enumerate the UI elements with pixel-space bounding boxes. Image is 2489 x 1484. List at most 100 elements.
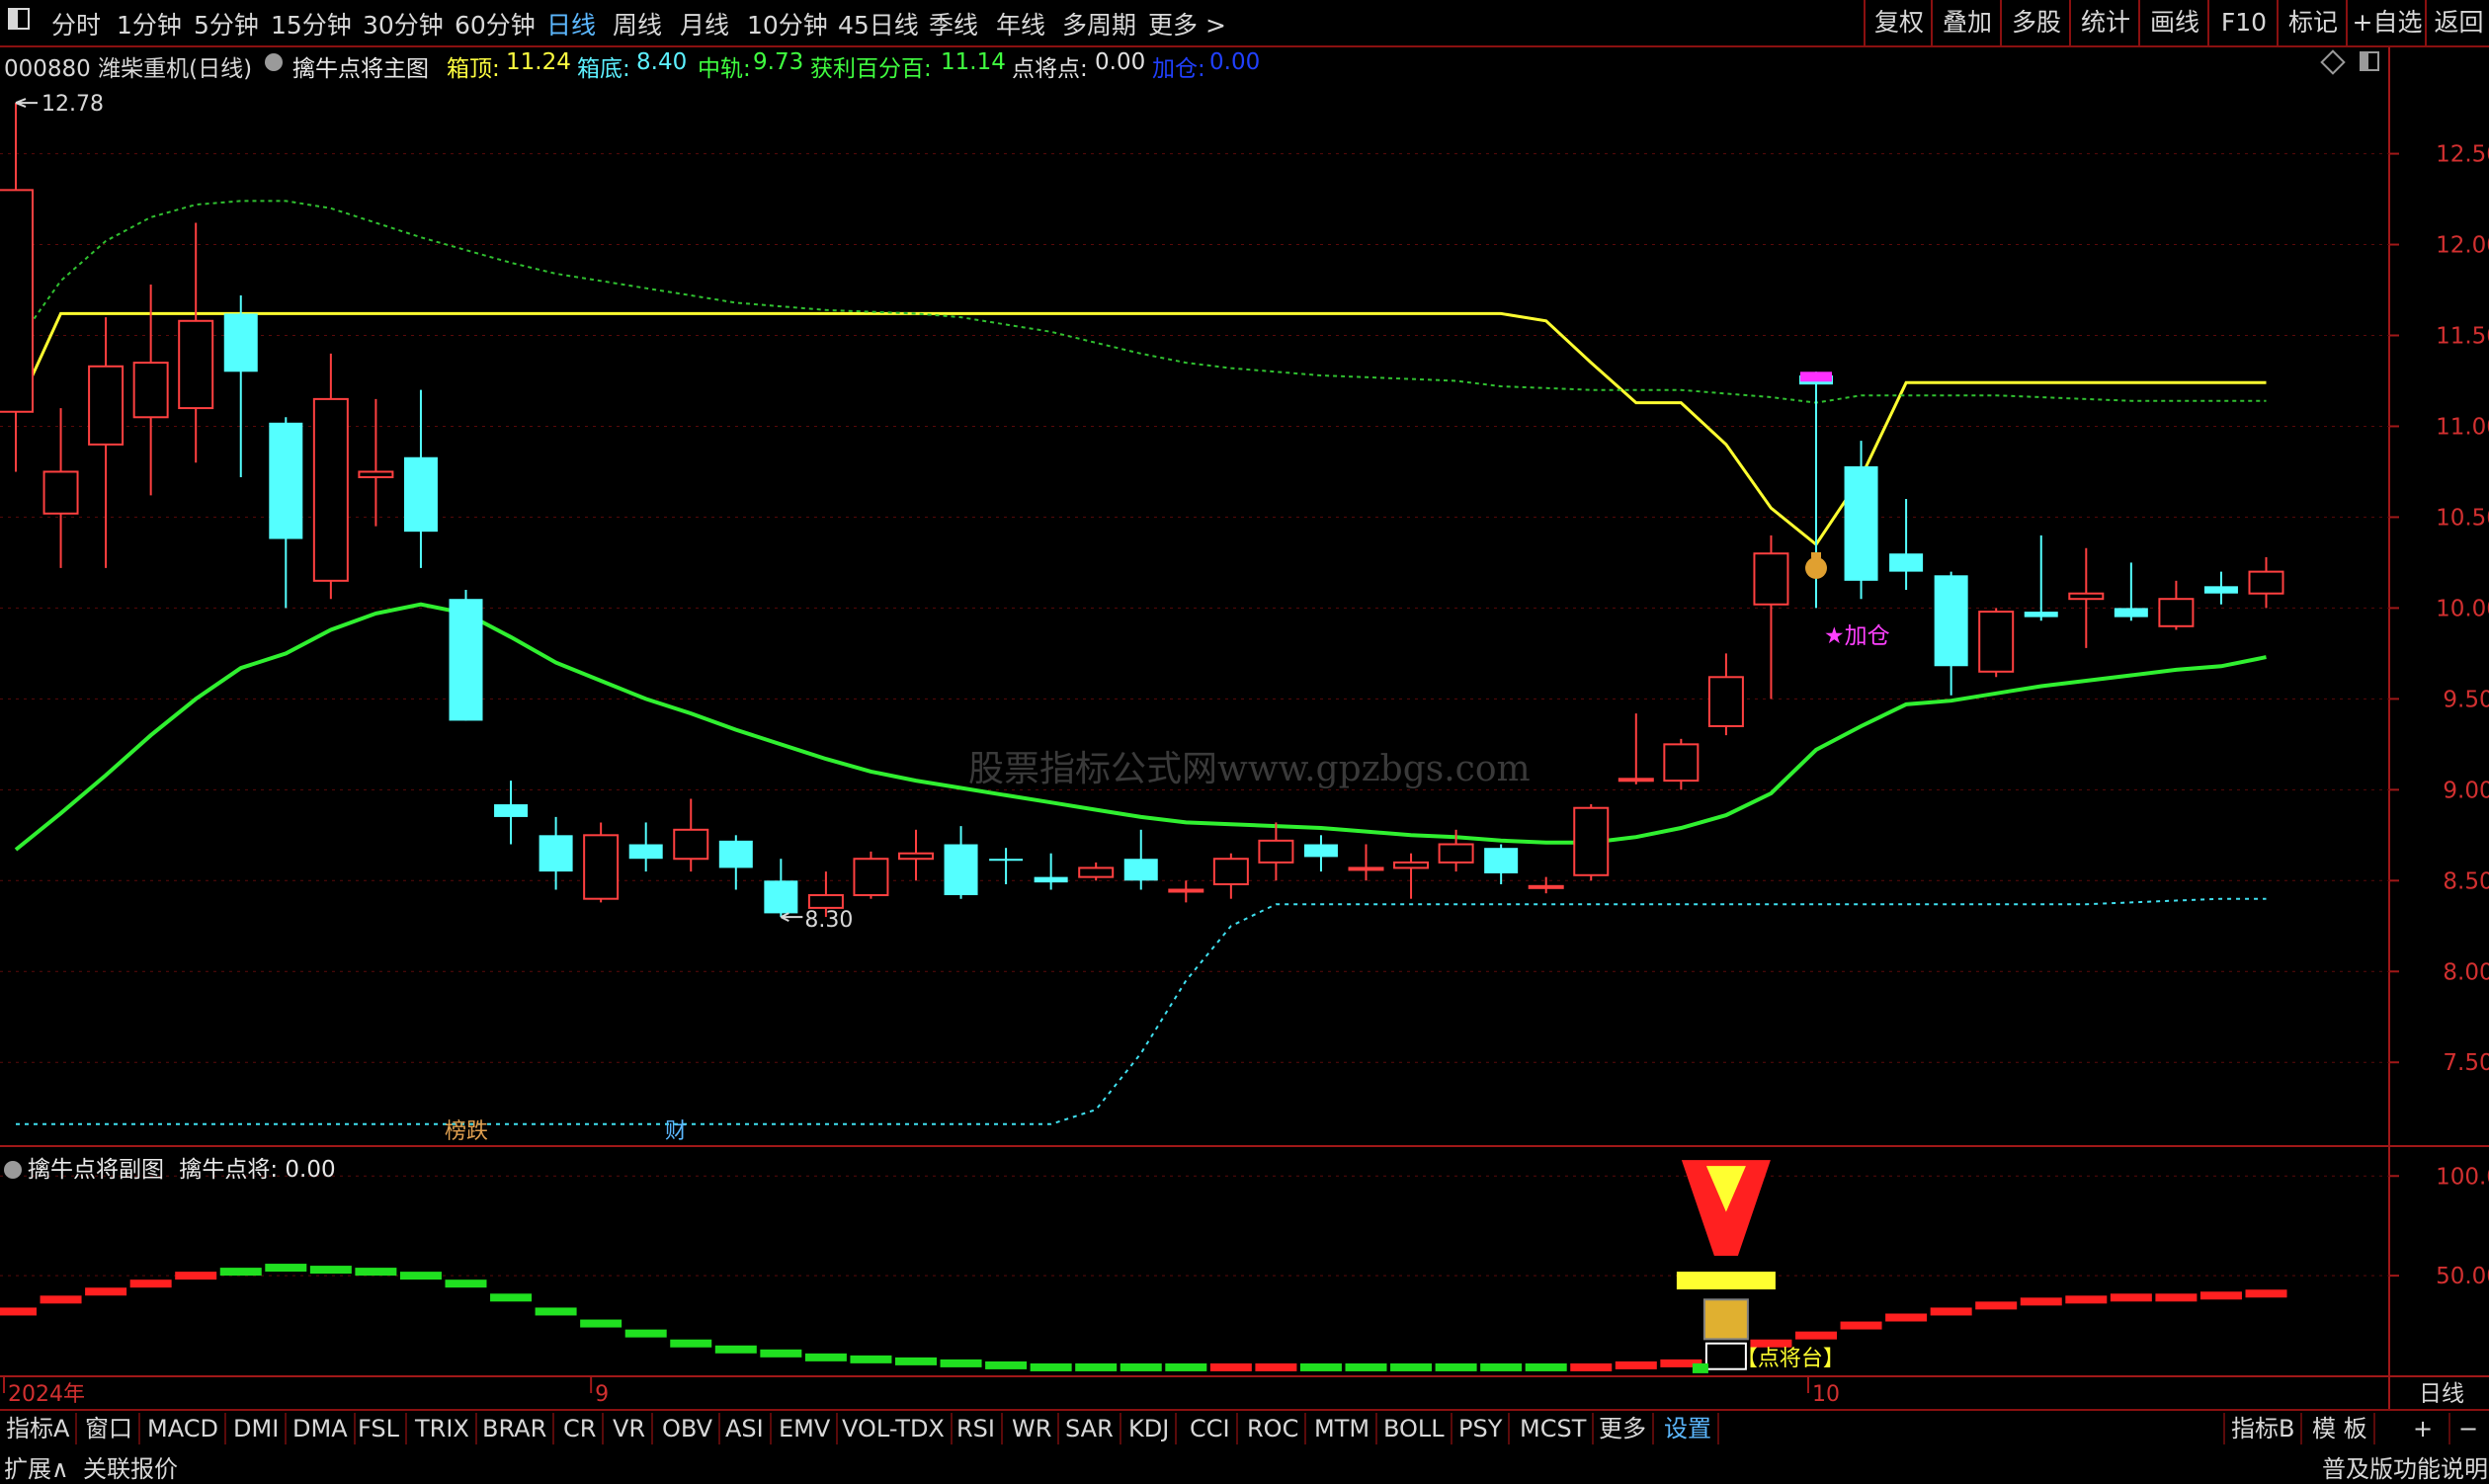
indicator-tab-bar: 指标A 窗口 MACD DMI DMA FSL TRIX BRAR CR VR … (0, 1409, 2489, 1448)
period-5min[interactable]: 5分钟 (194, 6, 259, 41)
period-monthly[interactable]: 月线 (680, 6, 729, 41)
stock-code-name[interactable]: 000880 潍柴重机(日线) (4, 49, 252, 83)
tab-cci[interactable]: CCI (1184, 1413, 1238, 1444)
back-button[interactable]: 返回 (2425, 0, 2489, 45)
sub-bar (490, 1293, 533, 1302)
tab-asi[interactable]: ASI (719, 1413, 772, 1444)
tab-dmi[interactable]: DMI (227, 1413, 288, 1444)
dianjiang-label: 点将点: (1012, 56, 1088, 82)
candle-body (312, 397, 349, 582)
period-year[interactable]: 年线 (996, 6, 1045, 41)
period-45day[interactable]: 45日线 (838, 6, 919, 41)
panel-toggle-icon[interactable] (2360, 51, 2379, 71)
candle-body (178, 319, 214, 410)
sub-bar (535, 1307, 577, 1316)
candle (2024, 535, 2058, 621)
price-axis-label: 11.50 (2436, 324, 2489, 350)
tab-mcst[interactable]: MCST (1514, 1413, 1595, 1444)
candle (1348, 844, 1384, 881)
bangdie-label: 榜跌 (445, 1119, 488, 1144)
period-60min[interactable]: 60分钟 (455, 6, 536, 41)
tab-brar[interactable]: BRAR (476, 1413, 555, 1444)
overlay-button[interactable]: 叠加 (1931, 0, 2002, 45)
candle-body (2203, 586, 2238, 594)
sub-bar (175, 1272, 217, 1280)
candle-body (449, 599, 483, 721)
tab-macd[interactable]: MACD (141, 1413, 226, 1444)
expand-button[interactable]: 扩展∧ (4, 1449, 69, 1484)
tab-sar[interactable]: SAR (1059, 1413, 1121, 1444)
period-1min[interactable]: 1分钟 (117, 6, 182, 41)
money-bag-icon (1805, 551, 1827, 579)
jiacang-label: 加仓: (1152, 56, 1205, 82)
sub-bar (85, 1287, 127, 1296)
sub-bar (1525, 1362, 1567, 1371)
tab-rsi[interactable]: RSI (951, 1413, 1003, 1444)
candle (1484, 844, 1519, 884)
tab-vol-tdx[interactable]: VOL-TDX (836, 1413, 953, 1444)
candle (1034, 853, 1068, 890)
sub-bar (0, 1307, 37, 1316)
period-quarter[interactable]: 季线 (929, 6, 978, 41)
tab-wr[interactable]: WR (1006, 1413, 1060, 1444)
stats-button[interactable]: 统计 (2069, 0, 2140, 45)
period-more[interactable]: 更多 > (1148, 6, 1226, 41)
edition-help-link[interactable]: 普及版功能说明 (2322, 1449, 2488, 1484)
period-daily[interactable]: 日线 (546, 6, 596, 41)
window-toggle-icon[interactable] (8, 8, 30, 30)
fuquan-button[interactable]: 复权 (1864, 0, 1933, 45)
period-15min[interactable]: 15分钟 (271, 6, 352, 41)
period-indicator-label: 日线 (2419, 1381, 2464, 1407)
jiacang-value: 0.00 (1209, 49, 1261, 75)
jiacang-marker (1800, 371, 1832, 382)
tab-trix[interactable]: TRIX (409, 1413, 477, 1444)
candle (944, 826, 978, 899)
period-10min[interactable]: 10分钟 (747, 6, 828, 41)
tab-indicator-a[interactable]: 指标A (0, 1413, 78, 1444)
candle (1844, 441, 1878, 600)
tab-template[interactable]: 模 板 (2306, 1413, 2375, 1444)
chevron-down-icon[interactable] (265, 53, 283, 71)
add-watchlist-button[interactable]: +自选 (2346, 0, 2427, 45)
sub-indicator-name[interactable]: 擒牛点将副图 (28, 1157, 164, 1183)
tab-fsl[interactable]: FSL (352, 1413, 407, 1444)
candle-body (1034, 876, 1068, 883)
zoom-in-button[interactable]: + (2397, 1413, 2451, 1444)
price-axis-label: 7.50 (2443, 1050, 2489, 1076)
tab-vr[interactable]: VR (607, 1413, 654, 1444)
related-quote-button[interactable]: 关联报价 (83, 1449, 178, 1484)
indicator-name[interactable]: 擒牛点将主图 (292, 49, 429, 83)
kline-chart-area[interactable]: 12.50 12.00 11.50 11.00 10.50 10.00 9.50 9.00 8.… (0, 0, 2489, 1483)
tab-emv[interactable]: EMV (773, 1413, 839, 1444)
tab-settings[interactable]: 设置 (1658, 1413, 1719, 1444)
multi-stock-button[interactable]: 多股 (2000, 0, 2071, 45)
period-30min[interactable]: 30分钟 (363, 6, 444, 41)
draw-line-button[interactable]: 画线 (2138, 0, 2209, 45)
chevron-down-icon[interactable] (4, 1161, 22, 1179)
tab-dma[interactable]: DMA (287, 1413, 356, 1444)
tab-psy[interactable]: PSY (1452, 1413, 1511, 1444)
mark-button[interactable]: 标记 (2277, 0, 2348, 45)
period-fenshi[interactable]: 分时 (51, 6, 101, 41)
candle-body (1663, 743, 1700, 783)
f10-button[interactable]: F10 (2207, 0, 2279, 45)
candle (1753, 535, 1789, 700)
tab-window[interactable]: 窗口 (79, 1413, 140, 1444)
tab-obv[interactable]: OBV (656, 1413, 721, 1444)
candle-body (764, 880, 798, 914)
tab-kdj[interactable]: KDJ (1122, 1413, 1178, 1444)
period-multi[interactable]: 多周期 (1062, 6, 1136, 41)
tab-cr[interactable]: CR (557, 1413, 605, 1444)
candle-body (1393, 861, 1430, 869)
tab-boll[interactable]: BOLL (1377, 1413, 1452, 1444)
xiangdi-value: 8.40 (636, 49, 688, 75)
tab-mtm[interactable]: MTM (1308, 1413, 1378, 1444)
tab-roc[interactable]: ROC (1241, 1413, 1307, 1444)
tab-more[interactable]: 更多 (1593, 1413, 1654, 1444)
candle-body (1212, 858, 1249, 885)
period-weekly[interactable]: 周线 (613, 6, 662, 41)
zoom-out-button[interactable]: − (2445, 1413, 2489, 1444)
candle (2068, 547, 2105, 648)
sub-bar (129, 1279, 172, 1288)
tab-indicator-b[interactable]: 指标B (2223, 1413, 2303, 1444)
